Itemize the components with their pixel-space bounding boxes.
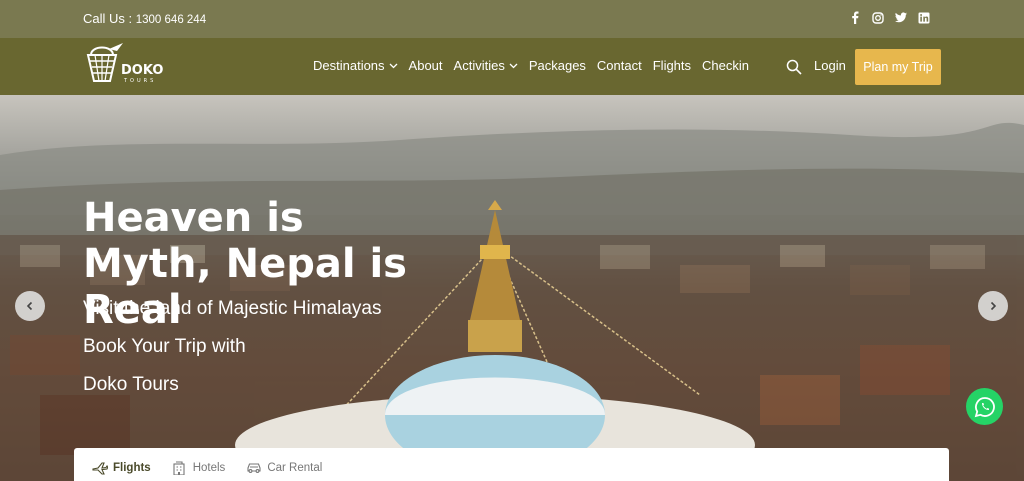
hero-slider: Heaven is Myth, Nepal is Real Visit the … xyxy=(0,95,1024,481)
login-link[interactable]: Login xyxy=(814,58,846,73)
nav-contact-label: Contact xyxy=(596,58,642,73)
nav-packages[interactable]: Packages xyxy=(529,58,586,73)
plan-my-trip-button[interactable]: Plan my Trip xyxy=(855,49,941,85)
nav-checkin-label: Checkin xyxy=(702,58,749,73)
facebook-icon[interactable] xyxy=(849,11,861,24)
nav-about[interactable]: About xyxy=(409,58,443,73)
nav-packages-label: Packages xyxy=(528,58,586,73)
nav-checkin[interactable]: Checkin xyxy=(702,58,749,73)
chevron-down-icon xyxy=(509,63,518,68)
hero-subtitle-3: Doko Tours xyxy=(83,374,179,395)
call-us[interactable]: Call Us : 1300 646 244 xyxy=(83,11,206,26)
logo-name: DOKO xyxy=(121,63,163,78)
doko-logo[interactable]: DOKO TOURS xyxy=(83,41,173,87)
tab-car-rental[interactable]: Car Rental xyxy=(246,461,322,475)
tab-flights[interactable]: Flights xyxy=(92,461,151,475)
car-icon xyxy=(246,461,262,475)
tab-hotels[interactable]: Hotels xyxy=(172,461,226,475)
nav-activities-label: Activities xyxy=(453,58,505,73)
tab-hotels-label: Hotels xyxy=(192,462,226,474)
tab-car-rental-label: Car Rental xyxy=(267,462,323,474)
chevron-left-icon xyxy=(26,301,33,311)
linkedin-icon[interactable] xyxy=(918,11,930,24)
instagram-icon[interactable] xyxy=(872,11,884,24)
whatsapp-icon xyxy=(974,396,995,417)
slider-prev-button[interactable] xyxy=(15,291,45,321)
nav-menu: Destinations About Activities Packages C… xyxy=(313,58,760,73)
nav-contact[interactable]: Contact xyxy=(597,58,642,73)
social-links xyxy=(849,11,930,24)
search-icon[interactable] xyxy=(786,59,802,75)
nav-flights[interactable]: Flights xyxy=(653,58,691,73)
hero-subtitle-2: Book Your Trip with xyxy=(83,336,246,357)
twitter-icon[interactable] xyxy=(895,11,907,24)
whatsapp-button[interactable] xyxy=(966,388,1003,425)
nav-destinations-label: Destinations xyxy=(313,58,385,73)
logo-sub: TOURS xyxy=(123,78,156,84)
nav-about-label: About xyxy=(408,58,443,73)
nav-flights-label: Flights xyxy=(652,58,692,73)
plane-icon xyxy=(92,461,108,475)
nav-destinations[interactable]: Destinations xyxy=(313,58,398,73)
building-icon xyxy=(172,461,188,475)
chevron-right-icon xyxy=(990,301,997,311)
tab-flights-label: Flights xyxy=(113,462,151,474)
slider-next-button[interactable] xyxy=(978,291,1008,321)
nav-activities[interactable]: Activities xyxy=(454,58,518,73)
phone-number[interactable]: 1300 646 244 xyxy=(136,14,206,26)
chevron-down-icon xyxy=(389,63,398,68)
hero-subtitle-1: Visit the land of Majestic Himalayas xyxy=(83,298,382,319)
call-label: Call Us : xyxy=(83,11,133,26)
top-bar: Call Us : 1300 646 244 xyxy=(0,0,1024,38)
booking-tabs: Flights Hotels Car Rental xyxy=(74,448,949,481)
